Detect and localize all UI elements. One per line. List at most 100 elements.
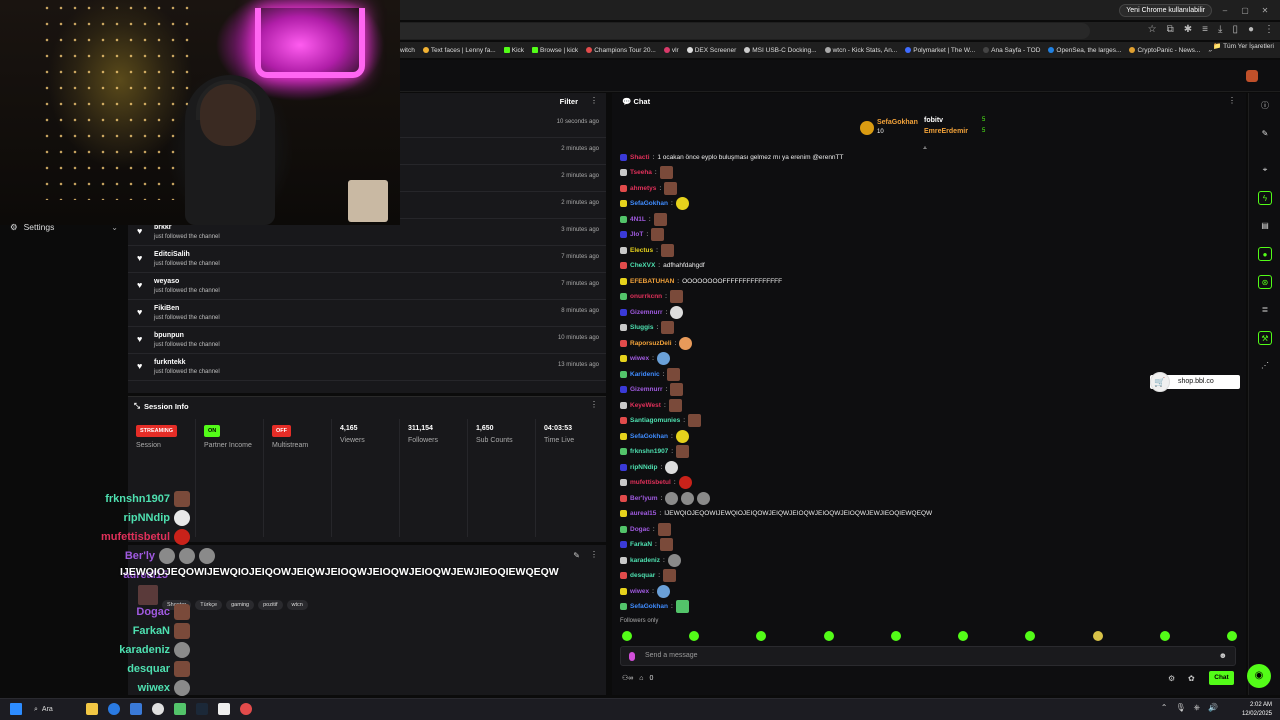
database-icon[interactable]: ≣ bbox=[1258, 303, 1272, 317]
info-icon[interactable]: ⓘ bbox=[1258, 99, 1272, 113]
user-avatar[interactable] bbox=[1246, 70, 1258, 82]
clock[interactable]: 2:02 AM 12/02/2025 bbox=[1242, 701, 1272, 719]
chat-username[interactable]: Sluggis bbox=[630, 324, 653, 331]
network-icon[interactable]: ⎈ bbox=[1194, 703, 1200, 713]
kebab-icon[interactable]: ⋮ bbox=[590, 96, 598, 105]
follower-name[interactable]: furkntekk bbox=[154, 359, 186, 366]
leaderboard-name[interactable]: fobitv bbox=[924, 117, 943, 124]
extension-icon[interactable]: ⧉ bbox=[1167, 24, 1174, 35]
follower-name[interactable]: bpunpun bbox=[154, 332, 184, 339]
emote-button[interactable] bbox=[689, 631, 700, 641]
chat-username[interactable]: KeyeWest bbox=[630, 402, 661, 409]
bookmark[interactable]: Champions Tour 20... bbox=[586, 47, 656, 54]
send-message-input[interactable]: Send a message ☻ bbox=[620, 646, 1236, 666]
chat-username[interactable]: SefaGokhan bbox=[630, 603, 668, 610]
chat-username[interactable]: frknshn1907 bbox=[630, 448, 668, 455]
users-infinity-icon[interactable]: ⚇∞ bbox=[622, 674, 633, 682]
extensions-puzzle-icon[interactable]: ✱ bbox=[1184, 24, 1192, 35]
chat-username[interactable]: Electus bbox=[630, 247, 653, 254]
tune-icon[interactable]: ≡ bbox=[1202, 24, 1208, 35]
profile-icon[interactable]: ● bbox=[1248, 24, 1254, 35]
top-gifter-name[interactable]: SefaGokhan bbox=[877, 119, 918, 126]
download-icon[interactable]: ⤓ bbox=[1218, 24, 1222, 35]
chat-username[interactable]: wiwex bbox=[630, 588, 649, 595]
settings-toggle[interactable]: ⚙ Settings ⌄ bbox=[0, 218, 128, 236]
edge-icon[interactable] bbox=[108, 703, 120, 715]
emoji-picker-icon[interactable]: ☻ bbox=[1219, 651, 1227, 660]
follower-name[interactable]: brkkr bbox=[154, 224, 172, 231]
expand-chevron-icon[interactable]: ⩡ bbox=[923, 145, 927, 153]
chat-username[interactable]: Santiagomunies bbox=[630, 417, 680, 424]
wrench-icon[interactable]: ⚒ bbox=[1258, 331, 1272, 345]
file-explorer-icon[interactable] bbox=[86, 703, 98, 715]
chrome-icon[interactable] bbox=[152, 703, 164, 715]
help-fab-icon[interactable]: ◉ bbox=[1247, 664, 1271, 688]
bookmark[interactable]: Ana Sayfa - TOD bbox=[983, 47, 1040, 54]
kebab-icon[interactable]: ⋮ bbox=[590, 550, 598, 559]
document-icon[interactable]: ▤ bbox=[1258, 219, 1272, 233]
bookmark[interactable]: DEX Screener bbox=[686, 47, 736, 54]
leaderboard-name[interactable]: EmreErdemir bbox=[924, 128, 968, 135]
follower-name[interactable]: weyaso bbox=[154, 278, 179, 285]
bank-icon[interactable]: ⌂ bbox=[639, 675, 643, 682]
chat-username[interactable]: Ber'lyum bbox=[630, 495, 658, 502]
all-bookmarks[interactable]: 📁 Tüm Yer İşaretleri bbox=[1207, 42, 1274, 50]
chat-username[interactable]: ahmetys bbox=[630, 185, 656, 192]
chat-username[interactable]: FarkaN bbox=[630, 541, 652, 548]
multistream-toggle[interactable]: OFF bbox=[272, 425, 291, 437]
bookmark[interactable]: wtcn - Kick Stats, An... bbox=[824, 47, 897, 54]
chat-username[interactable]: Gizemnurr bbox=[630, 386, 663, 393]
chat-username[interactable]: Shacti bbox=[630, 154, 650, 161]
emote-button[interactable] bbox=[1159, 631, 1170, 641]
pencil-icon[interactable]: ✎ bbox=[1258, 127, 1272, 141]
chat-username[interactable]: karadeniz bbox=[630, 557, 660, 564]
emote-button[interactable] bbox=[958, 631, 969, 641]
steam-icon[interactable] bbox=[196, 703, 208, 715]
shop-badge[interactable]: 🛒 shop.bbl.co bbox=[1150, 372, 1240, 392]
bookmark[interactable]: vlr bbox=[663, 47, 679, 54]
sidepanel-icon[interactable]: ▯ bbox=[1232, 24, 1238, 35]
star-icon[interactable]: ☆ bbox=[1148, 24, 1157, 35]
emote-button[interactable] bbox=[622, 631, 632, 641]
chat-bubble-icon[interactable]: ● bbox=[1258, 247, 1272, 261]
edit-icon[interactable]: ✎ bbox=[573, 551, 580, 560]
bookmark[interactable]: Kick bbox=[503, 47, 524, 54]
emote-button[interactable] bbox=[890, 631, 901, 641]
kebab-icon[interactable]: ⋮ bbox=[1228, 96, 1236, 105]
mic-icon[interactable]: 🎙 bbox=[1175, 703, 1185, 713]
chat-username[interactable]: EFEBATUHAN bbox=[630, 278, 674, 285]
chat-username[interactable]: aureal15 bbox=[630, 510, 656, 517]
chat-username[interactable]: Gizemnurr bbox=[630, 309, 663, 316]
app-icon[interactable] bbox=[130, 703, 142, 715]
bookmark[interactable]: MSI USB-C Docking... bbox=[744, 47, 817, 54]
obs-icon[interactable] bbox=[218, 703, 230, 715]
bookmark[interactable]: OpenSea, the larges... bbox=[1048, 47, 1121, 54]
collapse-icon[interactable]: ⤡ bbox=[134, 401, 140, 411]
emote-settings-icon[interactable]: ✿ bbox=[1188, 674, 1195, 683]
app-icon[interactable] bbox=[174, 703, 186, 715]
chat-username[interactable]: onurrkcnn bbox=[630, 293, 662, 300]
emote-button[interactable] bbox=[1092, 631, 1103, 641]
chat-username[interactable]: CheXVX bbox=[630, 262, 655, 269]
menu-kebab-icon[interactable]: ⋮ bbox=[1264, 24, 1274, 35]
bookmark[interactable]: Text faces | Lenny fa... bbox=[422, 47, 496, 54]
bolt-icon[interactable]: ϟ bbox=[1258, 191, 1272, 205]
chat-username[interactable]: Dogac bbox=[630, 526, 650, 533]
app-icon[interactable] bbox=[240, 703, 252, 715]
chat-username[interactable]: ripNNdip bbox=[630, 464, 657, 471]
chat-username[interactable]: mufettisbetul bbox=[630, 479, 671, 486]
chrome-update-button[interactable]: Yeni Chrome kullanılabilir bbox=[1119, 3, 1212, 17]
kebab-icon[interactable]: ⋮ bbox=[590, 400, 598, 409]
gear-icon[interactable]: ⚙ bbox=[1168, 674, 1175, 683]
volume-icon[interactable]: 🔊 bbox=[1208, 703, 1218, 713]
follower-name[interactable]: EditciSalih bbox=[154, 251, 190, 258]
windows-start-icon[interactable] bbox=[10, 703, 22, 715]
maximize-icon[interactable]: ▢ bbox=[1238, 6, 1252, 15]
bookmark[interactable]: Browse | kick bbox=[532, 47, 578, 54]
chat-username[interactable]: Karidenic bbox=[630, 371, 660, 378]
broadcast-icon[interactable]: ⊛ bbox=[1258, 275, 1272, 289]
chat-username[interactable]: wiwex bbox=[630, 355, 649, 362]
target-icon[interactable]: ⌖ bbox=[1258, 163, 1272, 177]
chat-username[interactable]: JloT bbox=[630, 231, 643, 238]
filter-button[interactable]: Filter bbox=[560, 97, 578, 106]
